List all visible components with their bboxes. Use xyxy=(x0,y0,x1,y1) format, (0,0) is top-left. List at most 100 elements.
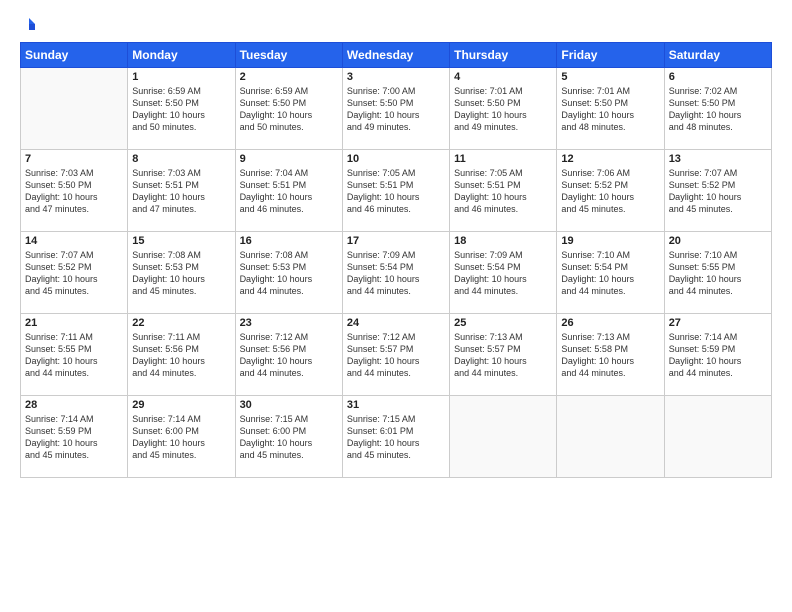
day-number: 2 xyxy=(240,71,338,83)
calendar-day-cell: 4 Sunrise: 7:01 AM Sunset: 5:50 PM Daylig… xyxy=(450,68,557,150)
day-number: 22 xyxy=(132,317,230,329)
day-number: 8 xyxy=(132,153,230,165)
calendar-week-row: 28 Sunrise: 7:14 AM Sunset: 5:59 PM Dayli… xyxy=(21,396,772,478)
page: SundayMondayTuesdayWednesdayThursdayFrid… xyxy=(0,0,792,612)
day-info: Sunrise: 7:11 AM Sunset: 5:55 PM Dayligh… xyxy=(25,331,123,380)
calendar-day-cell xyxy=(664,396,771,478)
day-info: Sunrise: 7:14 AM Sunset: 5:59 PM Dayligh… xyxy=(25,413,123,462)
calendar-week-row: 1 Sunrise: 6:59 AM Sunset: 5:50 PM Daylig… xyxy=(21,68,772,150)
day-number: 28 xyxy=(25,399,123,411)
day-number: 1 xyxy=(132,71,230,83)
day-info: Sunrise: 7:04 AM Sunset: 5:51 PM Dayligh… xyxy=(240,167,338,216)
calendar-day-cell: 26Sunrise: 7:13 AM Sunset: 5:58 PM Dayli… xyxy=(557,314,664,396)
weekday-header: Thursday xyxy=(450,43,557,68)
calendar-day-cell: 16 Sunrise: 7:08 AM Sunset: 5:53 PM Dayli… xyxy=(235,232,342,314)
day-info: Sunrise: 6:59 AM Sunset: 5:50 PM Dayligh… xyxy=(132,85,230,134)
day-info: Sunrise: 7:07 AM Sunset: 5:52 PM Dayligh… xyxy=(669,167,767,216)
weekday-header: Tuesday xyxy=(235,43,342,68)
day-number: 13 xyxy=(669,153,767,165)
day-number: 5 xyxy=(561,71,659,83)
day-number: 12 xyxy=(561,153,659,165)
day-number: 18 xyxy=(454,235,552,247)
day-info: Sunrise: 7:10 AM Sunset: 5:54 PM Dayligh… xyxy=(561,249,659,298)
day-info: Sunrise: 7:00 AM Sunset: 5:50 PM Dayligh… xyxy=(347,85,445,134)
calendar-day-cell: 30 Sunrise: 7:15 AM Sunset: 6:00 PM Dayli… xyxy=(235,396,342,478)
day-number: 26 xyxy=(561,317,659,329)
day-info: Sunrise: 7:05 AM Sunset: 5:51 PM Dayligh… xyxy=(347,167,445,216)
calendar-day-cell: 12Sunrise: 7:06 AM Sunset: 5:52 PM Dayli… xyxy=(557,150,664,232)
day-info: Sunrise: 7:14 AM Sunset: 5:59 PM Dayligh… xyxy=(669,331,767,380)
calendar-day-cell: 14 Sunrise: 7:07 AM Sunset: 5:52 PM Dayli… xyxy=(21,232,128,314)
day-info: Sunrise: 7:09 AM Sunset: 5:54 PM Dayligh… xyxy=(347,249,445,298)
day-info: Sunrise: 7:03 AM Sunset: 5:51 PM Dayligh… xyxy=(132,167,230,216)
calendar-day-cell: 20 Sunrise: 7:10 AM Sunset: 5:55 PM Dayli… xyxy=(664,232,771,314)
day-info: Sunrise: 7:10 AM Sunset: 5:55 PM Dayligh… xyxy=(669,249,767,298)
calendar-day-cell: 29 Sunrise: 7:14 AM Sunset: 6:00 PM Dayli… xyxy=(128,396,235,478)
calendar-header-row: SundayMondayTuesdayWednesdayThursdayFrid… xyxy=(21,43,772,68)
weekday-header: Sunday xyxy=(21,43,128,68)
day-number: 6 xyxy=(669,71,767,83)
day-info: Sunrise: 7:09 AM Sunset: 5:54 PM Dayligh… xyxy=(454,249,552,298)
day-info: Sunrise: 7:01 AM Sunset: 5:50 PM Dayligh… xyxy=(561,85,659,134)
day-info: Sunrise: 7:15 AM Sunset: 6:00 PM Dayligh… xyxy=(240,413,338,462)
day-info: Sunrise: 7:08 AM Sunset: 5:53 PM Dayligh… xyxy=(132,249,230,298)
day-info: Sunrise: 7:08 AM Sunset: 5:53 PM Dayligh… xyxy=(240,249,338,298)
day-number: 15 xyxy=(132,235,230,247)
calendar-week-row: 14 Sunrise: 7:07 AM Sunset: 5:52 PM Dayli… xyxy=(21,232,772,314)
weekday-header: Saturday xyxy=(664,43,771,68)
calendar-day-cell: 19 Sunrise: 7:10 AM Sunset: 5:54 PM Dayli… xyxy=(557,232,664,314)
calendar-table: SundayMondayTuesdayWednesdayThursdayFrid… xyxy=(20,42,772,478)
calendar-day-cell: 3Sunrise: 7:00 AM Sunset: 5:50 PM Daylig… xyxy=(342,68,449,150)
day-number: 23 xyxy=(240,317,338,329)
day-number: 30 xyxy=(240,399,338,411)
day-number: 17 xyxy=(347,235,445,247)
calendar-day-cell: 24Sunrise: 7:12 AM Sunset: 5:57 PM Dayli… xyxy=(342,314,449,396)
calendar-day-cell: 2 Sunrise: 6:59 AM Sunset: 5:50 PM Daylig… xyxy=(235,68,342,150)
day-number: 20 xyxy=(669,235,767,247)
day-number: 25 xyxy=(454,317,552,329)
calendar-day-cell: 21Sunrise: 7:11 AM Sunset: 5:55 PM Dayli… xyxy=(21,314,128,396)
day-number: 10 xyxy=(347,153,445,165)
day-info: Sunrise: 7:12 AM Sunset: 5:57 PM Dayligh… xyxy=(347,331,445,380)
day-info: Sunrise: 7:12 AM Sunset: 5:56 PM Dayligh… xyxy=(240,331,338,380)
day-number: 16 xyxy=(240,235,338,247)
calendar-week-row: 7 Sunrise: 7:03 AM Sunset: 5:50 PM Daylig… xyxy=(21,150,772,232)
day-number: 31 xyxy=(347,399,445,411)
calendar-day-cell: 17 Sunrise: 7:09 AM Sunset: 5:54 PM Dayli… xyxy=(342,232,449,314)
calendar-day-cell: 18 Sunrise: 7:09 AM Sunset: 5:54 PM Dayli… xyxy=(450,232,557,314)
logo-icon xyxy=(21,16,37,32)
day-info: Sunrise: 7:03 AM Sunset: 5:50 PM Dayligh… xyxy=(25,167,123,216)
calendar-day-cell: 27 Sunrise: 7:14 AM Sunset: 5:59 PM Dayli… xyxy=(664,314,771,396)
day-number: 19 xyxy=(561,235,659,247)
day-info: Sunrise: 7:01 AM Sunset: 5:50 PM Dayligh… xyxy=(454,85,552,134)
day-number: 29 xyxy=(132,399,230,411)
day-number: 27 xyxy=(669,317,767,329)
header xyxy=(20,16,772,32)
day-number: 9 xyxy=(240,153,338,165)
day-info: Sunrise: 7:11 AM Sunset: 5:56 PM Dayligh… xyxy=(132,331,230,380)
calendar-week-row: 21Sunrise: 7:11 AM Sunset: 5:55 PM Dayli… xyxy=(21,314,772,396)
day-info: Sunrise: 7:05 AM Sunset: 5:51 PM Dayligh… xyxy=(454,167,552,216)
day-number: 7 xyxy=(25,153,123,165)
day-number: 4 xyxy=(454,71,552,83)
logo xyxy=(20,16,38,32)
day-number: 11 xyxy=(454,153,552,165)
calendar-day-cell: 6 Sunrise: 7:02 AM Sunset: 5:50 PM Daylig… xyxy=(664,68,771,150)
calendar-day-cell: 5 Sunrise: 7:01 AM Sunset: 5:50 PM Daylig… xyxy=(557,68,664,150)
day-info: Sunrise: 7:02 AM Sunset: 5:50 PM Dayligh… xyxy=(669,85,767,134)
day-info: Sunrise: 6:59 AM Sunset: 5:50 PM Dayligh… xyxy=(240,85,338,134)
weekday-header: Wednesday xyxy=(342,43,449,68)
calendar-day-cell: 1 Sunrise: 6:59 AM Sunset: 5:50 PM Daylig… xyxy=(128,68,235,150)
day-number: 14 xyxy=(25,235,123,247)
day-info: Sunrise: 7:07 AM Sunset: 5:52 PM Dayligh… xyxy=(25,249,123,298)
calendar-day-cell: 13 Sunrise: 7:07 AM Sunset: 5:52 PM Dayli… xyxy=(664,150,771,232)
calendar-day-cell: 31Sunrise: 7:15 AM Sunset: 6:01 PM Dayli… xyxy=(342,396,449,478)
day-info: Sunrise: 7:14 AM Sunset: 6:00 PM Dayligh… xyxy=(132,413,230,462)
calendar-day-cell: 28 Sunrise: 7:14 AM Sunset: 5:59 PM Dayli… xyxy=(21,396,128,478)
calendar-day-cell: 25 Sunrise: 7:13 AM Sunset: 5:57 PM Dayli… xyxy=(450,314,557,396)
weekday-header: Friday xyxy=(557,43,664,68)
calendar-day-cell: 10 Sunrise: 7:05 AM Sunset: 5:51 PM Dayli… xyxy=(342,150,449,232)
logo-text xyxy=(20,16,38,32)
day-info: Sunrise: 7:13 AM Sunset: 5:57 PM Dayligh… xyxy=(454,331,552,380)
weekday-header: Monday xyxy=(128,43,235,68)
